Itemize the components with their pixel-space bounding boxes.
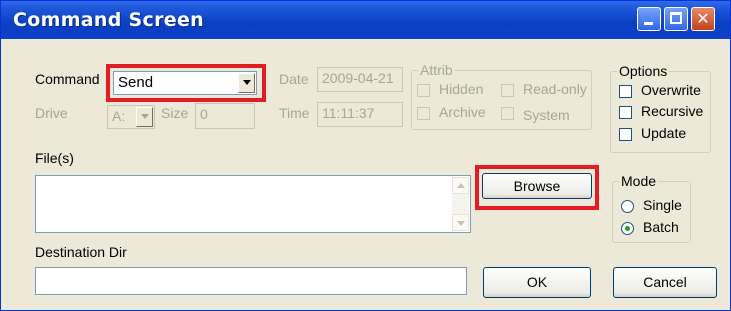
close-icon: ✕ [696,9,710,28]
window-title: Command Screen [13,9,204,31]
browse-highlight [475,165,599,210]
mode-title: Mode [619,173,659,189]
readonly-label: Read-only [523,81,587,97]
size-value: 0 [200,106,208,122]
drive-label: Drive [35,105,68,121]
archive-checkbox [417,107,430,120]
drive-value: A: [112,108,126,124]
date-field: 2009-04-21 [317,67,403,92]
scroll-up-button[interactable] [452,177,469,194]
files-textarea[interactable] [35,175,471,233]
radio-selected-dot [625,226,630,231]
overwrite-checkbox[interactable] [619,85,632,98]
title-bar[interactable]: Command Screen ✕ [1,1,730,39]
hidden-checkbox [417,84,430,97]
files-label: File(s) [35,150,74,166]
ok-button[interactable]: OK [483,267,591,298]
archive-label: Archive [439,104,486,120]
minimize-icon [644,22,653,25]
overwrite-label[interactable]: Overwrite [641,82,701,98]
cancel-button[interactable]: Cancel [613,267,717,298]
command-screen-window: Command Screen ✕ Command Send Drive A: S… [0,0,731,311]
recursive-checkbox[interactable] [619,106,632,119]
chevron-down-icon [457,221,465,226]
command-highlight [106,64,266,102]
size-label: Size [161,105,189,121]
recursive-label[interactable]: Recursive [641,103,703,119]
date-value: 2009-04-21 [322,70,394,86]
batch-radio[interactable] [621,222,634,235]
destination-label: Destination Dir [35,244,127,260]
date-label: Date [279,71,309,87]
time-value: 11:11:37 [322,105,375,121]
maximize-button[interactable] [664,7,688,31]
size-field: 0 [195,103,255,129]
chevron-up-icon [457,183,465,188]
hidden-label: Hidden [439,81,484,97]
system-label: System [523,107,570,123]
destination-field[interactable] [35,267,467,295]
drive-dropdown: A: [107,105,155,129]
files-scrollbar[interactable] [452,177,469,231]
batch-label[interactable]: Batch [643,219,679,235]
options-title: Options [617,63,670,79]
drive-dropdown-button [136,107,153,127]
chevron-down-icon [141,114,149,119]
single-label[interactable]: Single [643,197,682,213]
command-label: Command [35,71,100,87]
single-radio[interactable] [621,200,634,213]
readonly-checkbox [501,84,514,97]
scroll-down-button[interactable] [452,214,469,231]
time-label: Time [279,105,310,121]
update-label[interactable]: Update [641,125,686,141]
minimize-button[interactable] [637,7,661,31]
system-checkbox [501,107,514,120]
time-field: 11:11:37 [317,102,403,127]
close-button[interactable]: ✕ [691,7,715,31]
update-checkbox[interactable] [619,128,632,141]
attrib-title: Attrib [418,62,455,78]
maximize-icon [670,12,682,24]
